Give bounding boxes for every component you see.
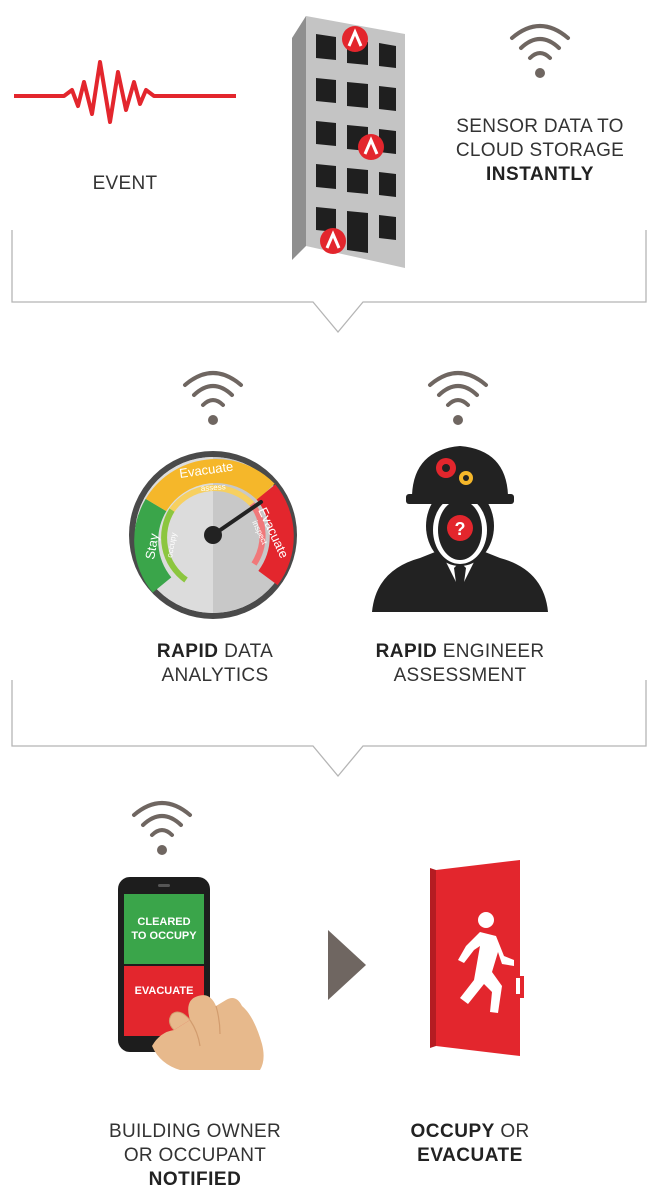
wifi-icon [132,801,192,855]
engineer-icon: ? [372,446,548,612]
wifi-icon [428,371,488,425]
seismic-wave-icon [14,60,236,124]
phone-cleared-line1: CLEARED [137,916,191,928]
wifi-icon [510,24,570,78]
sensor-data-label: SENSOR DATA TO CLOUD STORAGE INSTANTLY [455,116,625,185]
event-label: EVENT [92,173,158,194]
arrow-right-icon [328,930,366,1000]
phone-cleared-panel[interactable]: CLEARED TO OCCUPY [124,894,204,964]
owner-label: BUILDING OWNER OR OCCUPANT NOTIFIED [108,1121,282,1190]
wifi-icon [183,371,243,425]
phone-cleared-line2: TO OCCUPY [131,930,197,942]
hand-icon [152,995,264,1070]
gauge-icon: Stay occupy Evacuate assess Evacuate ins… [129,451,297,619]
action-label: OCCUPY OR EVACUATE [410,1121,530,1166]
exit-door-icon [430,860,524,1056]
connector-bracket [11,680,647,778]
gauge-evacuate-assess-sub: assess [201,482,226,493]
question-mark: ? [455,519,466,539]
connector-bracket [11,230,647,334]
building-sensor-icon [292,16,405,268]
